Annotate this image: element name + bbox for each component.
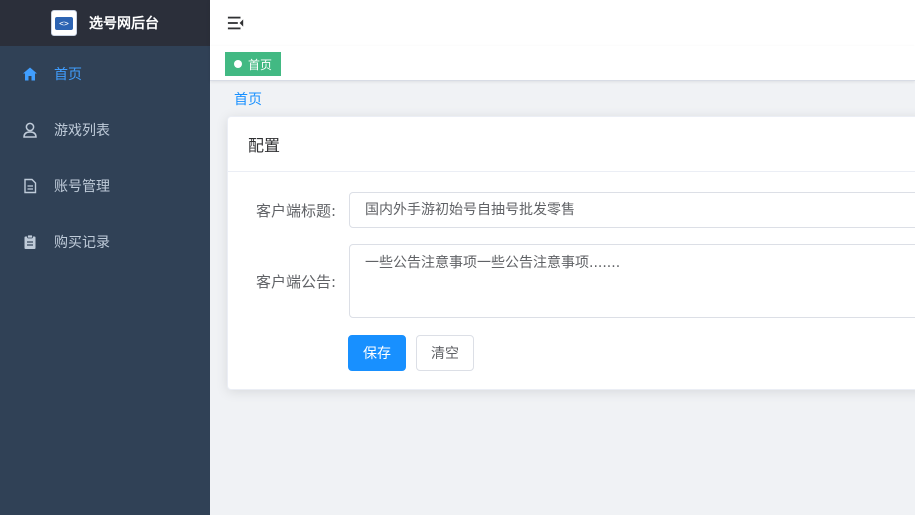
sidebar-item-game-list[interactable]: 游戏列表	[0, 102, 210, 158]
top-navbar	[210, 0, 915, 46]
client-notice-label: 客户端公告:	[255, 272, 336, 291]
sidebar-item-account[interactable]: 账号管理	[0, 158, 210, 214]
breadcrumb[interactable]: 首页	[234, 89, 262, 109]
sidebar-item-purchase-records[interactable]: 购买记录	[0, 214, 210, 270]
tags-view: 首页	[210, 46, 915, 81]
monitor-logo-icon: <>	[51, 10, 77, 36]
document-icon	[22, 178, 38, 194]
sidebar: <> 选号网后台 首页 游戏列表 账号管理 购买记录	[0, 0, 210, 515]
breadcrumb-item-home[interactable]: 首页	[234, 92, 262, 108]
sidebar-item-label: 账号管理	[54, 179, 110, 195]
sidebar-menu: 首页 游戏列表 账号管理 购买记录	[0, 46, 210, 270]
client-title-input[interactable]: 国内外手游初始号自抽号批发零售	[349, 192, 915, 228]
sidebar-logo[interactable]: <> 选号网后台	[0, 0, 210, 46]
sidebar-item-label: 游戏列表	[54, 123, 110, 139]
config-card: 配置 客户端标题: 国内外手游初始号自抽号批发零售 客户端公告: 一些公告注意事…	[227, 116, 915, 390]
clear-button[interactable]: 清空	[416, 335, 474, 371]
sidebar-item-label: 首页	[54, 67, 82, 83]
menu-toggle-icon[interactable]	[226, 13, 246, 33]
user-icon	[22, 122, 38, 138]
card-title: 配置	[228, 117, 915, 172]
save-button[interactable]: 保存	[348, 335, 406, 371]
client-title-label: 客户端标题:	[255, 201, 336, 220]
tag-label: 首页	[248, 57, 273, 72]
sidebar-item-label: 购买记录	[54, 235, 110, 251]
form-row-notice: 客户端公告: 一些公告注意事项一些公告注意事项.......	[228, 244, 915, 318]
form-row-title: 客户端标题: 国内外手游初始号自抽号批发零售	[228, 192, 915, 228]
app-title: 选号网后台	[89, 16, 159, 32]
client-notice-textarea[interactable]: 一些公告注意事项一些公告注意事项.......	[349, 244, 915, 318]
clipboard-icon	[22, 234, 38, 250]
sidebar-item-home[interactable]: 首页	[0, 46, 210, 102]
tag-dot	[234, 60, 242, 68]
home-icon	[22, 66, 38, 82]
tag-home[interactable]: 首页	[225, 52, 282, 76]
